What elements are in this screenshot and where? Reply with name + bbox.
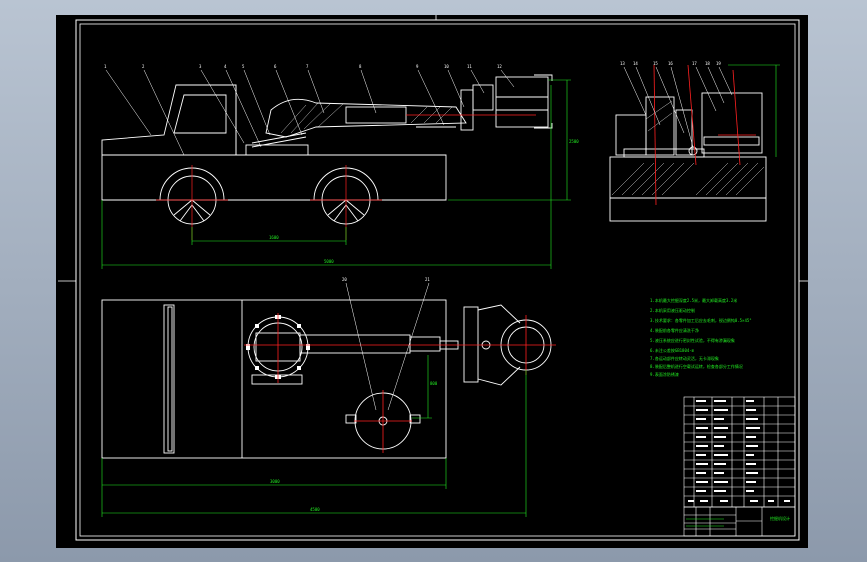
boom-arm — [265, 98, 467, 138]
plan-dimensions — [101, 355, 527, 517]
note-8: 8.装配后整机进行空载试运转，检查各部分工作情况 — [650, 363, 743, 369]
boom-inner-box — [345, 106, 407, 124]
plan-boom — [299, 334, 411, 354]
balloon-20: 20 — [342, 277, 347, 282]
cab-outline — [176, 84, 237, 155]
height-dim-text: 2500 — [569, 139, 579, 144]
boom-hatch — [280, 102, 453, 134]
note-4: 4.装配前各零件应清洗干净 — [650, 327, 699, 333]
gripper-joint — [472, 84, 494, 111]
balloon-10: 10 — [444, 64, 449, 69]
cad-drawing: 1600 5000 2500 1 2 3 4 5 6 7 8 9 10 11 1… — [58, 15, 808, 541]
note-6: 6.未注公差按GB1804-m — [650, 347, 695, 353]
side-section-lines — [653, 64, 756, 206]
gripper-jaws — [534, 74, 553, 129]
note-9: 9.表面涂防锈漆 — [650, 371, 679, 377]
plan-gripper-mount — [463, 306, 479, 383]
side-gripper-bar — [703, 136, 760, 146]
front-centerlines — [156, 114, 536, 240]
title-block-green-cells — [686, 518, 724, 527]
note-7: 7.各运动部件应转动灵活，无卡滞现象 — [650, 355, 719, 361]
side-column — [645, 96, 675, 156]
stick-head — [460, 89, 474, 131]
note-1: 1.本机最大挖掘深度2.5米，最大卸载高度3.2米 — [650, 297, 737, 303]
balloon-3: 3 — [199, 64, 202, 69]
plan-motor-tab-right — [409, 414, 421, 424]
side-centerline — [653, 64, 657, 206]
plan-width-dim-text: 3000 — [270, 479, 280, 484]
title-block — [683, 506, 796, 537]
balloon-12: 12 — [497, 64, 502, 69]
title-block-frame — [683, 506, 796, 537]
balloon-1: 1 — [104, 64, 107, 69]
balloon-11: 11 — [467, 64, 472, 69]
note-3: 3.技术要求：各零件加工后应去毛刺，锐边倒钝0.5×45° — [650, 317, 752, 323]
side-leader-lines — [623, 66, 733, 148]
note-2: 2.本机采用液压驱动控制 — [650, 307, 695, 313]
plan-cab-edge — [163, 304, 175, 454]
technical-notes: 1.本机最大挖掘深度2.5米，最大卸载高度3.2米 2.本机采用液压驱动控制 3… — [650, 297, 752, 377]
front-view — [101, 74, 553, 225]
balloon-13: 13 — [620, 61, 625, 66]
plan-boom-tip — [409, 336, 441, 352]
balloon-9: 9 — [416, 64, 419, 69]
balloon-8: 8 — [359, 64, 362, 69]
note-5: 5.液压系统应进行密封性试验，不得有渗漏现象 — [650, 337, 735, 343]
balloon-18: 18 — [705, 61, 710, 66]
front-balloon-labels: 1 2 3 4 5 6 7 8 9 10 11 12 — [104, 64, 502, 69]
overall-length-dim-text: 5000 — [324, 259, 334, 264]
plan-centerlines — [244, 313, 556, 453]
plan-motor-tab-left — [345, 414, 357, 424]
balloon-5: 5 — [242, 64, 245, 69]
side-pin — [688, 146, 698, 156]
boom-cylinder — [251, 132, 307, 144]
inner-frame — [79, 23, 796, 537]
balloon-21: 21 — [425, 277, 430, 282]
plan-length-dim-text: 4500 — [310, 507, 320, 512]
plan-leader-lines — [345, 282, 430, 411]
side-balloon-labels: 13 14 15 16 17 18 19 — [620, 61, 721, 66]
gripper-body — [495, 76, 549, 128]
balloon-7: 7 — [306, 64, 309, 69]
balloon-16: 16 — [668, 61, 673, 66]
front-leader-lines — [105, 69, 515, 156]
plan-view — [101, 299, 552, 459]
cab-window — [173, 94, 227, 134]
balloon-4: 4 — [224, 64, 227, 69]
balloon-17: 17 — [692, 61, 697, 66]
plan-offset-dim-text: 800 — [430, 381, 438, 386]
balloon-15: 15 — [653, 61, 658, 66]
balloon-6: 6 — [274, 64, 277, 69]
side-gripper-box — [701, 92, 763, 154]
plan-cab-edge-inner — [167, 306, 173, 452]
plan-balloon-labels: 20 21 — [342, 277, 430, 282]
title-block-title: 挖掘机设计 — [770, 515, 790, 521]
side-view — [609, 92, 767, 222]
drawing-sheet: 1600 5000 2500 1 2 3 4 5 6 7 8 9 10 11 1… — [56, 15, 808, 548]
side-base-block — [609, 156, 767, 222]
balloon-14: 14 — [633, 61, 638, 66]
balloon-19: 19 — [716, 61, 721, 66]
wheelbase-dim-text: 1600 — [269, 235, 279, 240]
balloon-2: 2 — [142, 64, 145, 69]
